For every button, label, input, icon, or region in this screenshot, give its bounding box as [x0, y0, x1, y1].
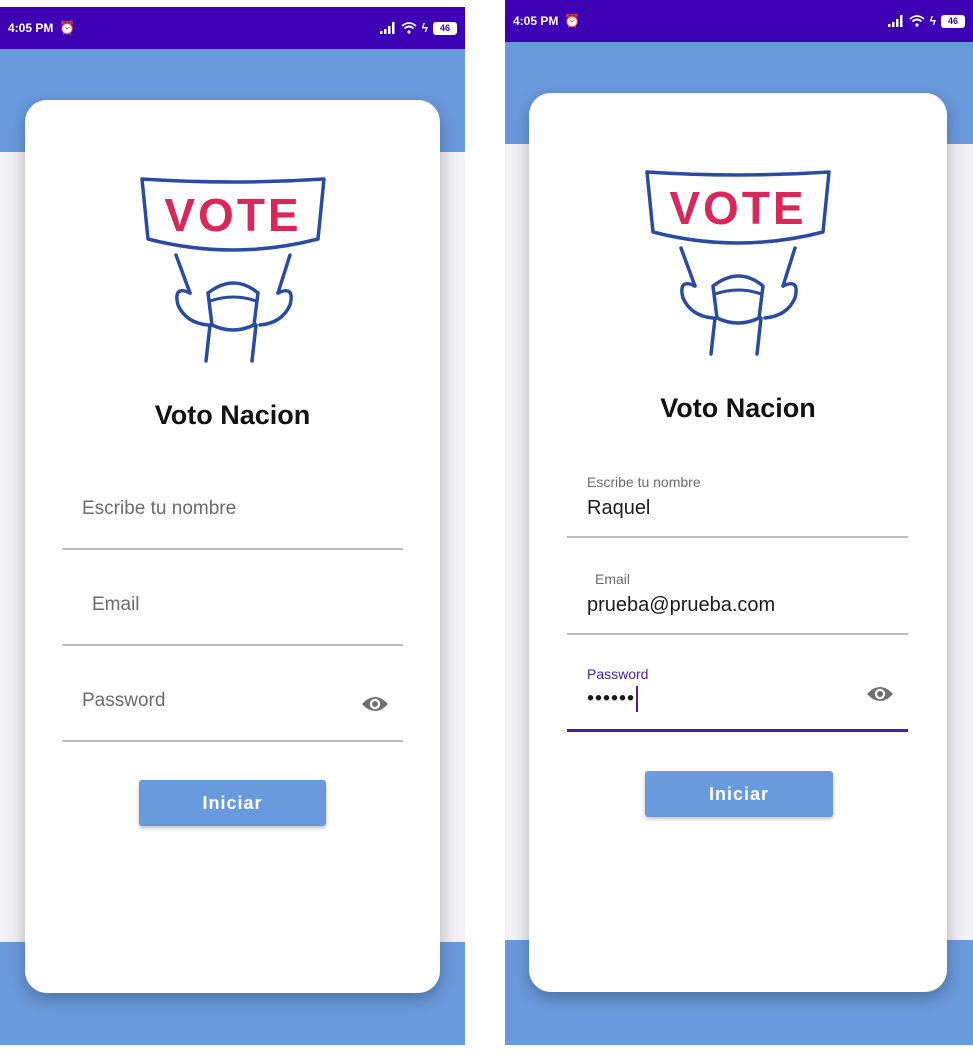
name-underline: [62, 548, 403, 550]
status-time: 4:05 PM: [8, 21, 54, 35]
phone-screen-filled: 4:05 PM ⏰ ϟ 46 VOTE Voto Nacion Escribe …: [505, 0, 973, 1045]
email-underline: [62, 644, 403, 646]
email-field[interactable]: Email prueba@prueba.com: [567, 561, 908, 635]
email-value: prueba@prueba.com: [587, 594, 776, 616]
name-placeholder: Escribe tu nombre: [82, 498, 237, 519]
alarm-icon: ⏰: [564, 13, 581, 28]
name-field[interactable]: Escribe tu nombre Raquel: [567, 465, 908, 538]
email-label: Email: [595, 571, 631, 587]
charging-icon: ϟ: [421, 21, 428, 35]
charging-icon: ϟ: [929, 14, 936, 28]
signal-icon: [887, 15, 903, 27]
text-cursor: [636, 686, 639, 712]
vote-logo: VOTE: [139, 177, 326, 363]
email-field[interactable]: Email: [62, 570, 403, 646]
login-card: VOTE Voto Nacion Escribe tu nombre Raque…: [529, 93, 947, 992]
battery-icon: 46: [433, 21, 457, 35]
logo-text: VOTE: [669, 182, 806, 234]
phone-screen-empty: 4:05 PM ⏰ ϟ 46 VOTE Voto Nacion Escribe …: [0, 7, 465, 1045]
status-icons: ϟ 46: [887, 14, 965, 28]
name-value: Raquel: [587, 497, 651, 519]
logo-text: VOTE: [164, 189, 301, 241]
password-field[interactable]: Password ••••••: [567, 656, 908, 732]
wifi-icon: [401, 22, 417, 34]
alarm-icon: ⏰: [59, 20, 76, 35]
status-time: 4:05 PM: [513, 14, 559, 28]
password-underline: [62, 740, 403, 742]
email-placeholder: Email: [92, 594, 140, 615]
signal-icon: [379, 22, 395, 34]
app-title: Voto Nacion: [660, 393, 816, 423]
status-icons: ϟ 46: [379, 21, 457, 35]
status-bar: 4:05 PM ⏰ ϟ 46: [0, 7, 465, 49]
password-underline: [567, 729, 908, 732]
email-underline: [567, 633, 908, 635]
iniciar-button[interactable]: Iniciar: [645, 771, 833, 817]
password-value-wrap: ••••••: [587, 686, 639, 712]
visibility-eye-icon[interactable]: [866, 684, 894, 704]
name-underline: [567, 536, 908, 538]
status-bar: 4:05 PM ⏰ ϟ 46: [505, 0, 973, 42]
app-title: Voto Nacion: [154, 400, 311, 430]
wifi-icon: [909, 15, 925, 27]
battery-icon: 46: [941, 14, 965, 28]
password-placeholder: Password: [82, 690, 166, 711]
visibility-eye-icon[interactable]: [361, 694, 389, 714]
iniciar-button[interactable]: Iniciar: [139, 780, 326, 826]
password-label: Password: [587, 666, 649, 682]
name-label: Escribe tu nombre: [587, 474, 701, 490]
password-field[interactable]: Password: [62, 666, 403, 742]
vote-logo: VOTE: [645, 170, 831, 356]
password-value: ••••••: [587, 687, 636, 710]
name-field[interactable]: Escribe tu nombre: [62, 475, 403, 550]
login-card: VOTE Voto Nacion Escribe tu nombre Email…: [25, 100, 440, 993]
